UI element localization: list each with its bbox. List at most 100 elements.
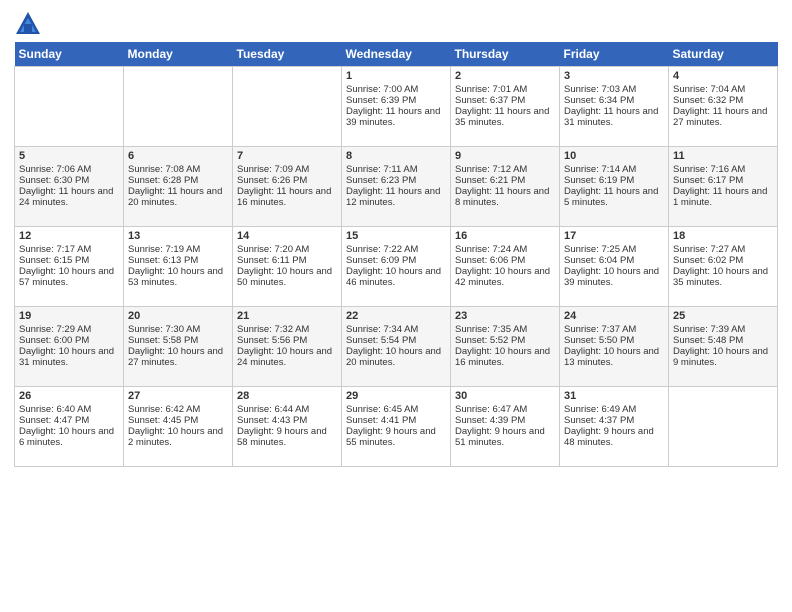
sunset-text: Sunset: 6:15 PM bbox=[19, 255, 89, 266]
day-number: 10 bbox=[564, 150, 664, 162]
sunrise-text: Sunrise: 7:35 AM bbox=[455, 324, 527, 335]
day-number: 12 bbox=[19, 230, 119, 242]
sunrise-text: Sunrise: 7:25 AM bbox=[564, 244, 636, 255]
sunrise-text: Sunrise: 7:19 AM bbox=[128, 244, 200, 255]
sunrise-text: Sunrise: 7:22 AM bbox=[346, 244, 418, 255]
calendar-cell: 29Sunrise: 6:45 AMSunset: 4:41 PMDayligh… bbox=[342, 387, 451, 467]
sunrise-text: Sunrise: 7:08 AM bbox=[128, 164, 200, 175]
sunset-text: Sunset: 4:37 PM bbox=[564, 415, 634, 426]
sunset-text: Sunset: 5:52 PM bbox=[455, 335, 525, 346]
day-number: 30 bbox=[455, 390, 555, 402]
daylight-text: Daylight: 10 hours and 16 minutes. bbox=[455, 346, 550, 368]
daylight-text: Daylight: 10 hours and 6 minutes. bbox=[19, 426, 114, 448]
calendar-cell: 15Sunrise: 7:22 AMSunset: 6:09 PMDayligh… bbox=[342, 227, 451, 307]
calendar-cell: 9Sunrise: 7:12 AMSunset: 6:21 PMDaylight… bbox=[451, 147, 560, 227]
sunset-text: Sunset: 6:00 PM bbox=[19, 335, 89, 346]
sunset-text: Sunset: 6:30 PM bbox=[19, 175, 89, 186]
day-number: 3 bbox=[564, 70, 664, 82]
calendar-cell: 8Sunrise: 7:11 AMSunset: 6:23 PMDaylight… bbox=[342, 147, 451, 227]
page-container: SundayMondayTuesdayWednesdayThursdayFrid… bbox=[0, 0, 792, 477]
sunset-text: Sunset: 4:47 PM bbox=[19, 415, 89, 426]
day-number: 24 bbox=[564, 310, 664, 322]
week-row-1: 1Sunrise: 7:00 AMSunset: 6:39 PMDaylight… bbox=[15, 67, 778, 147]
day-number: 20 bbox=[128, 310, 228, 322]
day-number: 14 bbox=[237, 230, 337, 242]
sunrise-text: Sunrise: 7:01 AM bbox=[455, 84, 527, 95]
calendar-cell bbox=[669, 387, 778, 467]
sunset-text: Sunset: 6:34 PM bbox=[564, 95, 634, 106]
sunset-text: Sunset: 4:43 PM bbox=[237, 415, 307, 426]
calendar-cell: 23Sunrise: 7:35 AMSunset: 5:52 PMDayligh… bbox=[451, 307, 560, 387]
logo bbox=[14, 10, 46, 38]
daylight-text: Daylight: 10 hours and 42 minutes. bbox=[455, 266, 550, 288]
calendar-cell: 12Sunrise: 7:17 AMSunset: 6:15 PMDayligh… bbox=[15, 227, 124, 307]
sunset-text: Sunset: 4:39 PM bbox=[455, 415, 525, 426]
sunrise-text: Sunrise: 7:03 AM bbox=[564, 84, 636, 95]
daylight-text: Daylight: 10 hours and 13 minutes. bbox=[564, 346, 659, 368]
daylight-text: Daylight: 9 hours and 55 minutes. bbox=[346, 426, 436, 448]
sunrise-text: Sunrise: 6:44 AM bbox=[237, 404, 309, 415]
sunrise-text: Sunrise: 7:27 AM bbox=[673, 244, 745, 255]
day-number: 1 bbox=[346, 70, 446, 82]
sunset-text: Sunset: 5:54 PM bbox=[346, 335, 416, 346]
calendar-cell bbox=[15, 67, 124, 147]
sunset-text: Sunset: 6:09 PM bbox=[346, 255, 416, 266]
calendar-cell bbox=[124, 67, 233, 147]
daylight-text: Daylight: 10 hours and 2 minutes. bbox=[128, 426, 223, 448]
week-row-2: 5Sunrise: 7:06 AMSunset: 6:30 PMDaylight… bbox=[15, 147, 778, 227]
day-number: 18 bbox=[673, 230, 773, 242]
calendar-cell: 7Sunrise: 7:09 AMSunset: 6:26 PMDaylight… bbox=[233, 147, 342, 227]
daylight-text: Daylight: 11 hours and 31 minutes. bbox=[564, 106, 658, 128]
day-number: 28 bbox=[237, 390, 337, 402]
sunset-text: Sunset: 6:17 PM bbox=[673, 175, 743, 186]
calendar-cell: 13Sunrise: 7:19 AMSunset: 6:13 PMDayligh… bbox=[124, 227, 233, 307]
daylight-text: Daylight: 11 hours and 24 minutes. bbox=[19, 186, 113, 208]
calendar-cell: 24Sunrise: 7:37 AMSunset: 5:50 PMDayligh… bbox=[560, 307, 669, 387]
sunrise-text: Sunrise: 7:30 AM bbox=[128, 324, 200, 335]
daylight-text: Daylight: 10 hours and 46 minutes. bbox=[346, 266, 441, 288]
sunrise-text: Sunrise: 6:47 AM bbox=[455, 404, 527, 415]
calendar-cell: 19Sunrise: 7:29 AMSunset: 6:00 PMDayligh… bbox=[15, 307, 124, 387]
sunset-text: Sunset: 6:23 PM bbox=[346, 175, 416, 186]
sunset-text: Sunset: 6:28 PM bbox=[128, 175, 198, 186]
sunrise-text: Sunrise: 7:29 AM bbox=[19, 324, 91, 335]
sunrise-text: Sunrise: 7:17 AM bbox=[19, 244, 91, 255]
calendar-table: SundayMondayTuesdayWednesdayThursdayFrid… bbox=[14, 42, 778, 467]
sunset-text: Sunset: 4:41 PM bbox=[346, 415, 416, 426]
sunrise-text: Sunrise: 7:06 AM bbox=[19, 164, 91, 175]
calendar-cell: 17Sunrise: 7:25 AMSunset: 6:04 PMDayligh… bbox=[560, 227, 669, 307]
sunrise-text: Sunrise: 6:45 AM bbox=[346, 404, 418, 415]
sunset-text: Sunset: 5:48 PM bbox=[673, 335, 743, 346]
col-header-monday: Monday bbox=[124, 42, 233, 67]
sunset-text: Sunset: 6:13 PM bbox=[128, 255, 198, 266]
calendar-cell: 16Sunrise: 7:24 AMSunset: 6:06 PMDayligh… bbox=[451, 227, 560, 307]
col-header-saturday: Saturday bbox=[669, 42, 778, 67]
daylight-text: Daylight: 11 hours and 8 minutes. bbox=[455, 186, 549, 208]
sunset-text: Sunset: 6:11 PM bbox=[237, 255, 307, 266]
calendar-cell: 4Sunrise: 7:04 AMSunset: 6:32 PMDaylight… bbox=[669, 67, 778, 147]
calendar-cell bbox=[233, 67, 342, 147]
calendar-cell: 2Sunrise: 7:01 AMSunset: 6:37 PMDaylight… bbox=[451, 67, 560, 147]
sunset-text: Sunset: 6:37 PM bbox=[455, 95, 525, 106]
day-number: 26 bbox=[19, 390, 119, 402]
calendar-cell: 25Sunrise: 7:39 AMSunset: 5:48 PMDayligh… bbox=[669, 307, 778, 387]
sunset-text: Sunset: 6:21 PM bbox=[455, 175, 525, 186]
calendar-cell: 31Sunrise: 6:49 AMSunset: 4:37 PMDayligh… bbox=[560, 387, 669, 467]
daylight-text: Daylight: 11 hours and 27 minutes. bbox=[673, 106, 767, 128]
col-header-friday: Friday bbox=[560, 42, 669, 67]
sunset-text: Sunset: 6:06 PM bbox=[455, 255, 525, 266]
day-number: 22 bbox=[346, 310, 446, 322]
sunrise-text: Sunrise: 6:40 AM bbox=[19, 404, 91, 415]
calendar-cell: 27Sunrise: 6:42 AMSunset: 4:45 PMDayligh… bbox=[124, 387, 233, 467]
sunrise-text: Sunrise: 7:24 AM bbox=[455, 244, 527, 255]
daylight-text: Daylight: 11 hours and 20 minutes. bbox=[128, 186, 222, 208]
sunrise-text: Sunrise: 6:49 AM bbox=[564, 404, 636, 415]
daylight-text: Daylight: 10 hours and 53 minutes. bbox=[128, 266, 223, 288]
calendar-cell: 30Sunrise: 6:47 AMSunset: 4:39 PMDayligh… bbox=[451, 387, 560, 467]
sunrise-text: Sunrise: 7:20 AM bbox=[237, 244, 309, 255]
daylight-text: Daylight: 10 hours and 35 minutes. bbox=[673, 266, 768, 288]
daylight-text: Daylight: 10 hours and 20 minutes. bbox=[346, 346, 441, 368]
calendar-cell: 28Sunrise: 6:44 AMSunset: 4:43 PMDayligh… bbox=[233, 387, 342, 467]
calendar-cell: 5Sunrise: 7:06 AMSunset: 6:30 PMDaylight… bbox=[15, 147, 124, 227]
sunset-text: Sunset: 4:45 PM bbox=[128, 415, 198, 426]
